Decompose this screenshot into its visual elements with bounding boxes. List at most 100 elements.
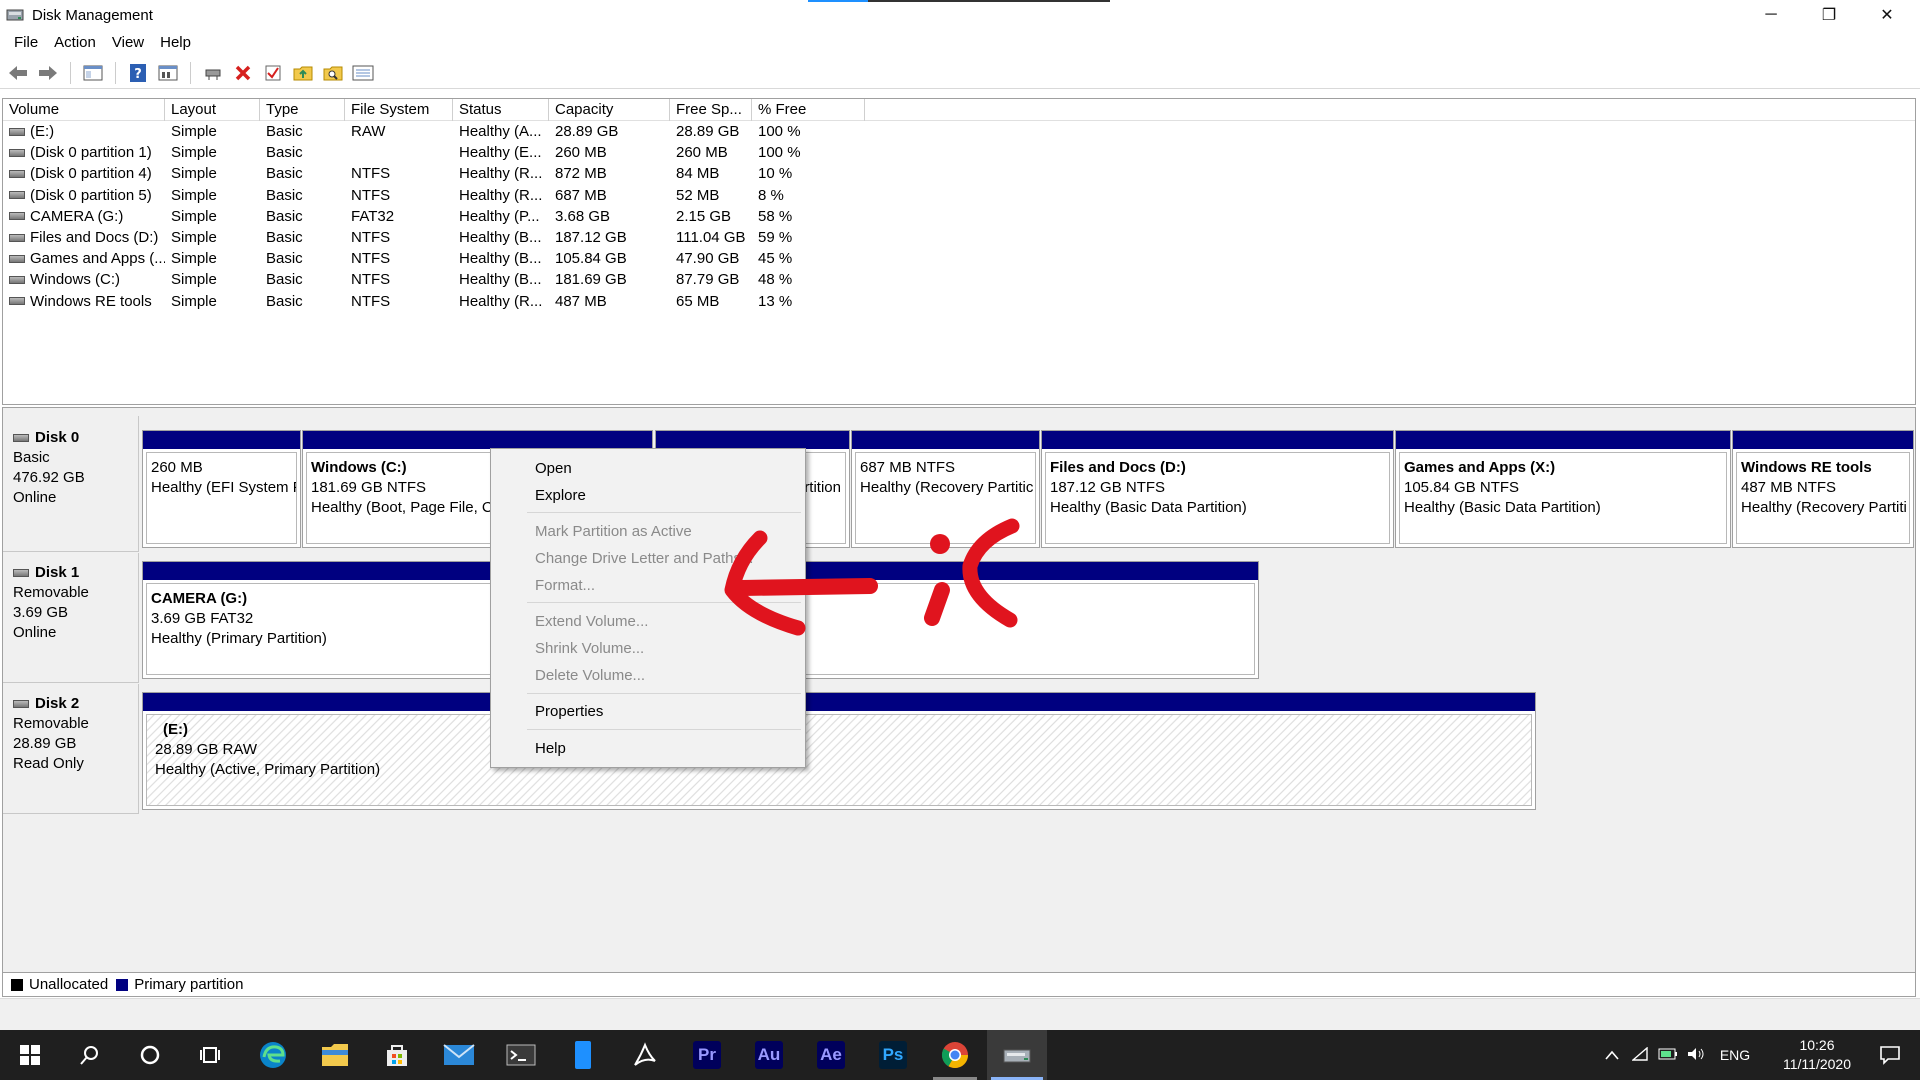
volume-drive-icon xyxy=(9,127,25,136)
table-cell: Basic xyxy=(260,185,345,206)
file-explorer-icon[interactable] xyxy=(305,1030,365,1080)
partition-files-and-docs-d[interactable]: Files and Docs (D:) 187.12 GB NTFS Healthy… xyxy=(1041,430,1394,548)
table-cell: 58 % xyxy=(752,206,865,227)
menu-file[interactable]: File xyxy=(6,30,46,56)
table-cell: 100 % xyxy=(752,142,865,163)
table-row[interactable]: CAMERA (G:) Simple Basic FAT32 Healthy (P...… xyxy=(3,206,1915,227)
premiere-label: Pr xyxy=(693,1041,721,1069)
column-header-volume[interactable]: Volume xyxy=(3,99,165,121)
back-arrow-icon[interactable] xyxy=(6,61,30,85)
table-row[interactable]: Games and Apps (... Simple Basic NTFS Health… xyxy=(3,248,1915,269)
menu-item-help[interactable]: Help xyxy=(535,738,566,760)
list-view-icon[interactable] xyxy=(351,61,375,85)
chrome-icon[interactable] xyxy=(925,1030,985,1080)
taskbar-clock[interactable]: 10:26 11/11/2020 xyxy=(1762,1036,1872,1074)
network-icon[interactable] xyxy=(1626,1045,1654,1064)
audition-icon[interactable]: Au xyxy=(739,1030,799,1080)
column-header-capacity[interactable]: Capacity xyxy=(549,99,670,121)
clock-time: 10:26 xyxy=(1799,1037,1835,1053)
language-indicator[interactable]: ENG xyxy=(1710,1047,1760,1063)
menu-view[interactable]: View xyxy=(104,30,152,56)
close-button[interactable]: ✕ xyxy=(1858,0,1916,30)
cell-text: Simple xyxy=(171,271,217,289)
partition-status: Healthy (Active, Primary Partition) xyxy=(155,761,381,778)
column-header-type[interactable]: Type xyxy=(260,99,345,121)
start-icon[interactable] xyxy=(0,1030,60,1080)
mail-icon[interactable] xyxy=(429,1030,489,1080)
table-row[interactable]: (Disk 0 partition 4) Simple Basic NTFS Healt… xyxy=(3,163,1915,184)
partition-e[interactable]: (E:) 28.89 GB RAW Healthy (Active, Primary… xyxy=(142,692,1536,810)
minimize-button[interactable]: ─ xyxy=(1742,0,1800,30)
column-header-layout[interactable]: Layout xyxy=(165,99,260,121)
menu-item-change-drive-letter: Change Drive Letter and Paths... xyxy=(535,550,754,567)
photoshop-icon[interactable]: Ps xyxy=(863,1030,923,1080)
acrobat-icon[interactable] xyxy=(615,1030,675,1080)
column-header-percent-free[interactable]: % Free xyxy=(752,99,865,121)
delete-icon[interactable] xyxy=(231,61,255,85)
partition-recovery-5[interactable]: 687 MB NTFS Healthy (Recovery Partitic xyxy=(851,430,1040,548)
search-icon[interactable] xyxy=(60,1030,120,1080)
disk-1-label[interactable]: Disk 1 Removable 3.69 GB Online xyxy=(3,553,139,683)
menu-bar: File Action View Help xyxy=(0,30,1920,56)
disk-1-state: Online xyxy=(13,624,57,641)
partition-efi[interactable]: 260 MB Healthy (EFI System P xyxy=(142,430,301,548)
table-cell: Simple xyxy=(165,206,260,227)
disk-1-row: Disk 1 Removable 3.69 GB Online CAMERA (… xyxy=(3,553,1917,683)
disk-0-label[interactable]: Disk 0 Basic 476.92 GB Online xyxy=(3,416,139,552)
column-header-file-system[interactable]: File System xyxy=(345,99,453,121)
folder-up-icon[interactable] xyxy=(291,61,315,85)
table-row[interactable]: Files and Docs (D:) Simple Basic NTFS Health… xyxy=(3,227,1915,248)
table-row[interactable]: (Disk 0 partition 1) Simple Basic Healthy (… xyxy=(3,142,1915,163)
table-row[interactable]: (E:) Simple Basic RAW Healthy (A... 28.89 GB 2… xyxy=(3,121,1915,142)
after-effects-label: Ae xyxy=(817,1041,845,1069)
partition-games-and-apps-x[interactable]: Games and Apps (X:) 105.84 GB NTFS Healthy… xyxy=(1395,430,1731,548)
legend-swatch xyxy=(11,978,23,991)
menu-item-extend-volume: Extend Volume... xyxy=(535,613,649,630)
cell-text: Windows (C:) xyxy=(30,271,121,289)
console-tree-icon[interactable] xyxy=(81,61,105,85)
cell-text: Healthy (B... xyxy=(459,250,542,268)
phone-icon[interactable] xyxy=(553,1030,613,1080)
terminal-icon[interactable] xyxy=(491,1030,551,1080)
check-icon[interactable] xyxy=(261,61,285,85)
connect-disk-icon[interactable] xyxy=(201,61,225,85)
column-header-free-space[interactable]: Free Sp... xyxy=(670,99,752,121)
table-cell: Simple xyxy=(165,248,260,269)
folder-search-icon[interactable] xyxy=(321,61,345,85)
help-icon[interactable]: ? xyxy=(126,61,150,85)
table-row[interactable]: Windows RE tools Simple Basic NTFS Healthy (… xyxy=(3,291,1915,312)
cortana-icon[interactable] xyxy=(120,1030,180,1080)
clock-date: 11/11/2020 xyxy=(1783,1056,1851,1072)
notifications-icon[interactable] xyxy=(1860,1030,1920,1080)
properties-view-icon[interactable] xyxy=(156,61,180,85)
disk-2-label[interactable]: Disk 2 Removable 28.89 GB Read Only xyxy=(3,684,139,814)
battery-icon[interactable] xyxy=(1654,1047,1682,1063)
menu-action[interactable]: Action xyxy=(46,30,104,56)
chevron-up-icon[interactable] xyxy=(1598,1047,1626,1063)
partition-windows-re-tools[interactable]: Windows RE tools 487 MB NTFS Healthy (Reco… xyxy=(1732,430,1914,548)
edge-icon[interactable] xyxy=(243,1030,303,1080)
after-effects-icon[interactable]: Ae xyxy=(801,1030,861,1080)
premiere-icon[interactable]: Pr xyxy=(677,1030,737,1080)
partition-status: Healthy (Basic Data Partition) xyxy=(1050,499,1247,516)
column-header-status[interactable]: Status xyxy=(453,99,549,121)
partition-status: Healthy (Recovery Partitic xyxy=(860,479,1034,496)
audition-label: Au xyxy=(755,1041,783,1069)
store-icon[interactable] xyxy=(367,1030,427,1080)
legend-label: Unallocated xyxy=(29,976,109,993)
menu-item-explore[interactable]: Explore xyxy=(535,485,586,507)
menu-item-open[interactable]: Open xyxy=(535,458,572,480)
table-row[interactable]: (Disk 0 partition 5) Simple Basic NTFS Healt… xyxy=(3,185,1915,206)
table-cell: 65 MB xyxy=(670,291,752,312)
table-row[interactable]: Windows (C:) Simple Basic NTFS Healthy (B...… xyxy=(3,269,1915,290)
task-view-icon[interactable] xyxy=(180,1030,240,1080)
menu-item-properties[interactable]: Properties xyxy=(535,701,603,723)
forward-arrow-icon[interactable] xyxy=(36,61,60,85)
table-cell: NTFS xyxy=(345,163,453,184)
disk-0-state: Online xyxy=(13,489,57,506)
disk-management-icon[interactable] xyxy=(987,1030,1047,1080)
maximize-button[interactable]: ❐ xyxy=(1800,0,1858,30)
menu-help[interactable]: Help xyxy=(152,30,199,56)
volume-icon[interactable] xyxy=(1682,1047,1710,1064)
partition-size: 187.12 GB NTFS xyxy=(1050,479,1166,496)
